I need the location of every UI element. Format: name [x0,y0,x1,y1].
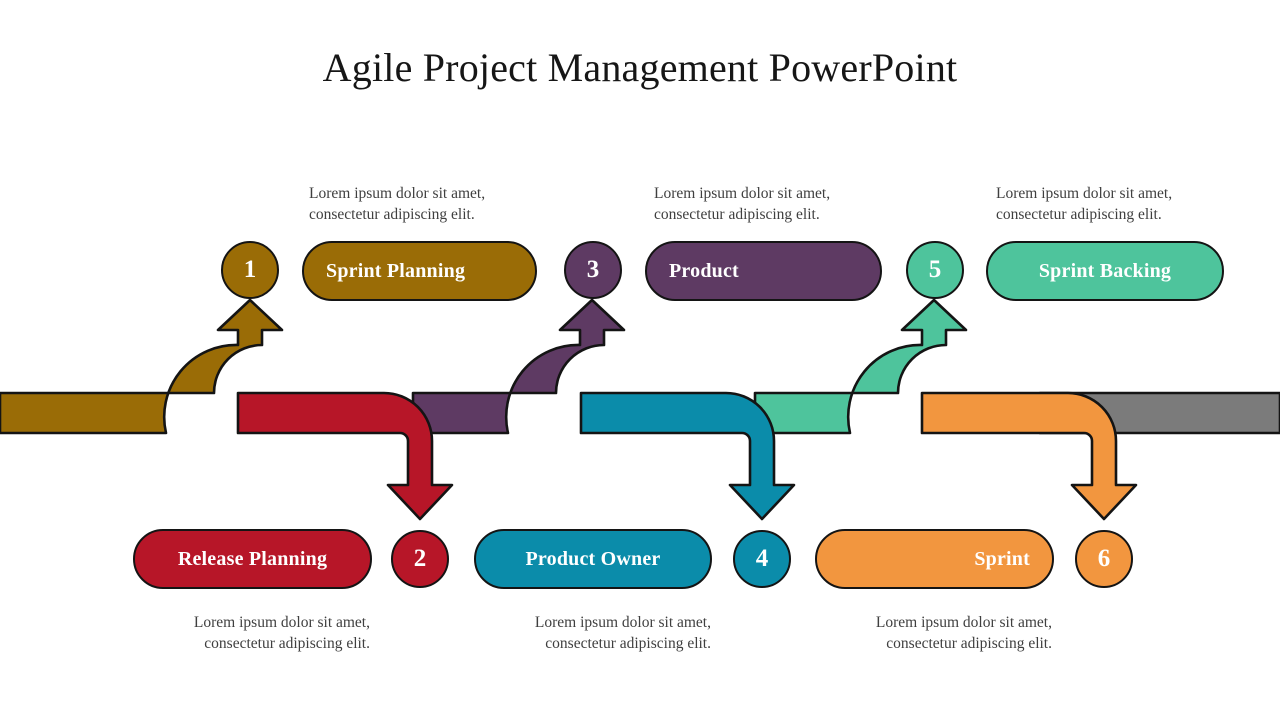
step-number-5[interactable]: 5 [906,241,964,299]
step-label-product-owner[interactable]: Product Owner [474,529,712,589]
step-label-6-text: Sprint [974,547,1030,570]
step-label-2-text: Release Planning [177,547,328,570]
step-number-4-value: 4 [755,545,769,572]
caption-step-5: Lorem ipsum dolor sit amet, consectetur … [996,185,1173,224]
caption-step-2: Lorem ipsum dolor sit amet, consectetur … [193,614,370,653]
step-number-2-value: 2 [413,545,427,572]
step-label-5-text: Sprint Backing [1038,259,1172,282]
step-label-sprint[interactable]: Sprint [815,529,1054,589]
slide-canvas: Agile Project Management PowerPoint Lore… [0,0,1280,720]
step-number-6-value: 6 [1097,545,1111,572]
step-number-3-value: 3 [586,256,600,283]
step-number-4[interactable]: 4 [733,530,791,588]
caption-step-3: Lorem ipsum dolor sit amet, consectetur … [654,185,831,224]
teal-segment-down-arrow [579,391,796,521]
step-label-release-planning[interactable]: Release Planning [133,529,372,589]
step-number-1-value: 1 [243,256,257,283]
orange-segment-down-arrow [920,391,1138,521]
step-label-3-text: Product [669,259,739,282]
step-number-3[interactable]: 3 [564,241,622,299]
step-number-6[interactable]: 6 [1075,530,1133,588]
step-number-5-value: 5 [928,256,942,283]
step-label-sprint-backing[interactable]: Sprint Backing [986,241,1224,301]
step-label-1-text: Sprint Planning [326,259,466,282]
red-segment-down-arrow [236,391,454,521]
caption-step-1: Lorem ipsum dolor sit amet, consectetur … [309,185,486,224]
caption-step-4: Lorem ipsum dolor sit amet, consectetur … [534,614,711,653]
step-number-1[interactable]: 1 [221,241,279,299]
step-label-4-text: Product Owner [525,547,661,570]
caption-step-6: Lorem ipsum dolor sit amet, consectetur … [875,614,1052,653]
step-label-product[interactable]: Product [645,241,882,301]
step-label-sprint-planning[interactable]: Sprint Planning [302,241,537,301]
step-number-2[interactable]: 2 [391,530,449,588]
